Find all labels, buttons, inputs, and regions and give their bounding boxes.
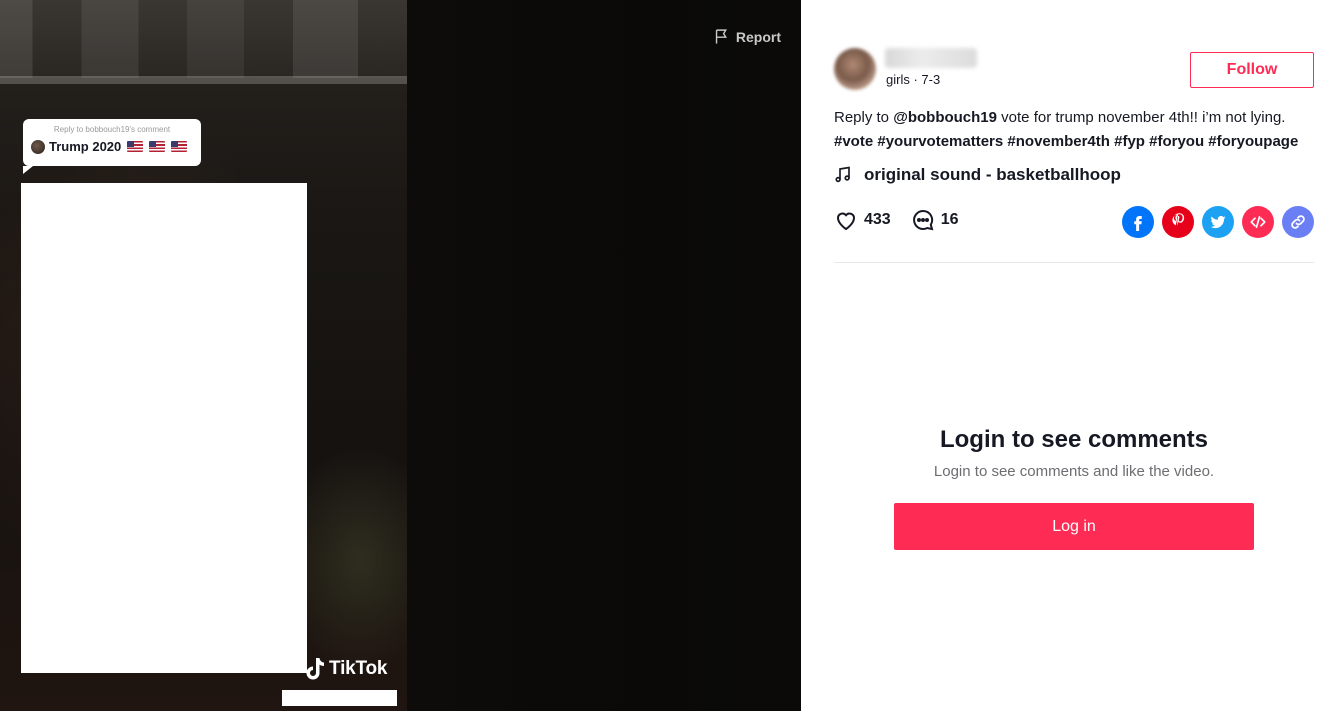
like-button[interactable]: 433 (834, 208, 891, 232)
login-button[interactable]: Log in (894, 503, 1254, 550)
music-title: original sound - basketballhoop (864, 165, 1121, 184)
commenter-avatar (31, 139, 45, 154)
mention-link[interactable]: @bobbouch19 (893, 109, 997, 126)
hashtag-links[interactable]: #vote #yourvotematters #november4th #fyp… (834, 133, 1298, 150)
watermark-label: TikTok (329, 658, 388, 679)
background-posters (0, 0, 407, 84)
heart-icon (836, 212, 856, 231)
share-embed-button[interactable] (1242, 206, 1274, 238)
music-link[interactable]: original sound - basketballhoop (834, 165, 1121, 185)
comments-login-subtitle: Login to see comments and like the video… (933, 463, 1215, 480)
video-info-panel: fairlydoughs girls · 7-3 Follow Reply to… (801, 0, 1327, 711)
reply-prefix: Reply to (834, 109, 890, 126)
us-flag-icon (149, 141, 166, 152)
reply-sticker: Reply to bobbouch19's comment Trump 2020 (23, 119, 201, 174)
flag-icon (715, 29, 727, 44)
tiktok-logo-icon (306, 658, 324, 680)
twitter-icon (1210, 215, 1226, 229)
report-button[interactable]: Report (713, 28, 781, 45)
like-count: 433 (864, 211, 891, 228)
redaction-box (282, 690, 397, 706)
share-facebook-button[interactable] (1122, 206, 1154, 238)
video-description: Reply to @bobbouch19 vote for trump nove… (834, 106, 1314, 154)
engagement-stats: 433 16 (834, 208, 979, 232)
reply-sticker-text: Trump 2020 (49, 139, 122, 154)
video-player[interactable]: Report Reply to bobbouch19's comment Tru… (0, 0, 801, 711)
author-username[interactable]: fairlydoughs (885, 48, 977, 68)
embed-icon (1250, 215, 1266, 229)
facebook-icon (1134, 216, 1142, 231)
follow-button[interactable]: Follow (1190, 52, 1314, 88)
pinterest-icon (1172, 213, 1185, 226)
divider (834, 262, 1314, 263)
author-meta: girls · 7-3 (886, 72, 941, 87)
link-icon (1291, 215, 1305, 229)
description-text: vote for trump november 4th!! i’m not ly… (1001, 109, 1286, 126)
comment-icon (912, 209, 934, 231)
redaction-box (21, 183, 307, 673)
tiktok-watermark: TikTok (303, 656, 387, 682)
us-flag-icon (127, 141, 144, 152)
us-flag-icon (171, 141, 188, 152)
share-buttons (1122, 206, 1314, 238)
comment-count: 16 (940, 211, 959, 228)
comments-login-title: Login to see comments (939, 426, 1209, 453)
share-link-button[interactable] (1282, 206, 1314, 238)
reply-sticker-header: Reply to bobbouch19's comment (53, 125, 171, 134)
share-pinterest-button[interactable] (1162, 206, 1194, 238)
music-note-icon (835, 166, 850, 183)
author-avatar[interactable] (834, 48, 876, 90)
video-backdrop (407, 0, 801, 711)
share-twitter-button[interactable] (1202, 206, 1234, 238)
comment-button[interactable]: 16 (911, 208, 959, 232)
report-label: Report (735, 28, 781, 45)
